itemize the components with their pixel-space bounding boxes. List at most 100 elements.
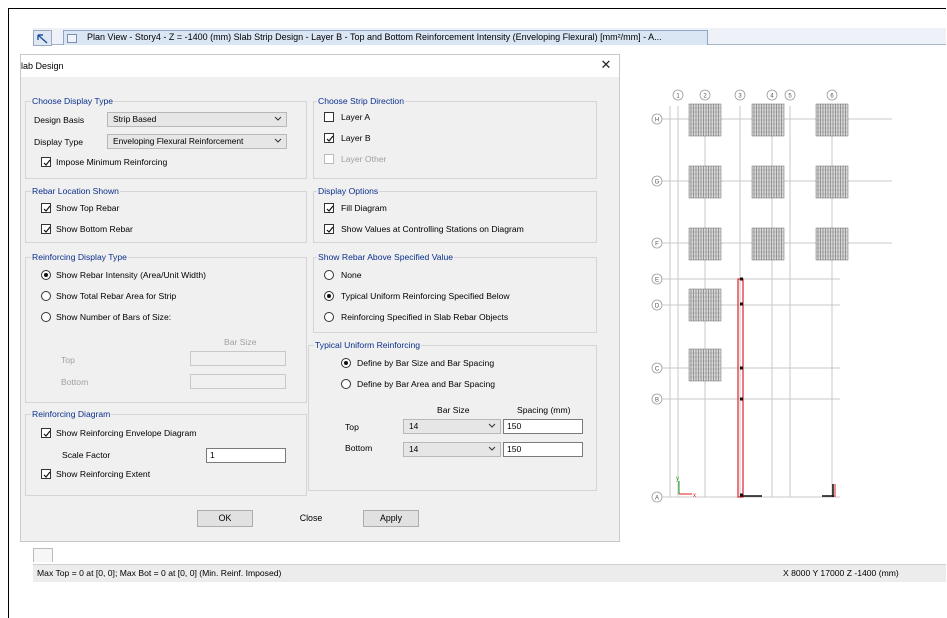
show-bottom-rebar-checkbox[interactable] bbox=[41, 224, 51, 234]
check-icon bbox=[43, 205, 51, 212]
slab-hatch-cell bbox=[688, 227, 722, 261]
plan-view-tab[interactable]: Plan View - Story4 - Z = -1400 (mm) Slab… bbox=[63, 30, 708, 45]
show-extent-label: Show Reinforcing Extent bbox=[56, 469, 151, 479]
none-radio[interactable] bbox=[324, 270, 334, 280]
check-icon bbox=[43, 430, 51, 437]
show-values-checkbox[interactable] bbox=[324, 224, 334, 234]
strip-direction-group-title: Choose Strip Direction bbox=[317, 96, 405, 106]
bar-size-spacing-radio[interactable] bbox=[341, 358, 351, 368]
layer-a-checkbox[interactable] bbox=[324, 112, 334, 122]
top-bar-size-value: 14 bbox=[409, 421, 419, 431]
number-of-bars-radio[interactable] bbox=[41, 312, 51, 322]
show-top-rebar-checkbox[interactable] bbox=[41, 203, 51, 213]
rebar-above-group-title: Show Rebar Above Specified Value bbox=[317, 252, 455, 262]
chevron-down-icon bbox=[488, 446, 496, 451]
grid-label-y: D bbox=[655, 303, 660, 309]
show-extent-checkbox[interactable] bbox=[41, 469, 51, 479]
dialog-title-bar bbox=[21, 55, 619, 77]
bar-size-spacing-label: Define by Bar Size and Bar Spacing bbox=[357, 358, 495, 368]
slab-rebar-objects-radio[interactable] bbox=[324, 312, 334, 322]
show-top-rebar-label: Show Top Rebar bbox=[56, 203, 120, 213]
bottom-bar-size-label: Bottom bbox=[61, 377, 89, 387]
grid-label-y: E bbox=[655, 277, 659, 283]
grid-label-y: A bbox=[655, 495, 659, 501]
fill-diagram-label: Fill Diagram bbox=[341, 203, 387, 213]
slab-hatch-cell bbox=[815, 165, 849, 199]
display-options-group bbox=[313, 191, 597, 243]
slab-hatch-cell bbox=[815, 227, 849, 261]
display-type-select[interactable]: Enveloping Flexural Reinforcement bbox=[107, 134, 287, 149]
grid-label-y: G bbox=[655, 179, 660, 185]
check-icon bbox=[326, 135, 334, 142]
status-bar: Max Top = 0 at [0, 0]; Max Bot = 0 at [0… bbox=[33, 564, 946, 582]
reinforcing-display-group-title: Reinforcing Display Type bbox=[31, 252, 128, 262]
typical-uniform-radio[interactable] bbox=[324, 291, 334, 301]
typical-uniform-group-title: Typical Uniform Reinforcing bbox=[314, 340, 422, 350]
layer-other-checkbox[interactable] bbox=[324, 154, 334, 164]
display-options-group-title: Display Options bbox=[317, 186, 380, 196]
bottom-spacing-input[interactable]: 150 bbox=[503, 442, 583, 457]
layer-other-label: Layer Other bbox=[341, 154, 387, 164]
slab-hatch-cell bbox=[688, 288, 722, 322]
top-spacing-input[interactable]: 150 bbox=[503, 419, 583, 434]
slab-hatch-cell bbox=[688, 165, 722, 199]
slab-hatch-cell bbox=[751, 165, 785, 199]
view-tab-stub[interactable] bbox=[33, 548, 53, 562]
slab-hatch-cell bbox=[751, 227, 785, 261]
grid-label-y: C bbox=[655, 366, 660, 372]
rebar-intensity-radio[interactable] bbox=[41, 270, 51, 280]
bottom-bar-size-field[interactable] bbox=[190, 374, 286, 389]
check-icon bbox=[43, 226, 51, 233]
axis-x-label: x bbox=[693, 493, 696, 499]
tab-window-icon bbox=[67, 34, 77, 43]
check-icon bbox=[326, 226, 334, 233]
impose-min-checkbox[interactable] bbox=[41, 157, 51, 167]
total-rebar-area-radio[interactable] bbox=[41, 291, 51, 301]
status-coordinates: X 8000 Y 17000 Z -1400 (mm) bbox=[783, 568, 899, 578]
close-button[interactable]: Close bbox=[283, 510, 339, 527]
design-basis-value: Strip Based bbox=[113, 114, 157, 124]
rebar-location-group-title: Rebar Location Shown bbox=[31, 186, 120, 196]
slab-hatch-cell bbox=[688, 103, 722, 137]
layer-b-checkbox[interactable] bbox=[324, 133, 334, 143]
top-bar-size-label: Top bbox=[61, 355, 75, 365]
slab-design-dialog: lab Design ✕ Choose Display Type Design … bbox=[20, 54, 620, 542]
layer-b-label: Layer B bbox=[341, 133, 371, 143]
display-type-label: Display Type bbox=[34, 137, 84, 147]
strip-station-marker bbox=[740, 366, 743, 370]
show-bottom-rebar-label: Show Bottom Rebar bbox=[56, 224, 133, 234]
design-basis-label: Design Basis bbox=[34, 115, 85, 125]
grid-bubbles: 1 2 3 4 5 6HGFEDCBA bbox=[651, 89, 838, 503]
impose-min-label: Impose Minimum Reinforcing bbox=[56, 157, 168, 167]
display-type-group-title: Choose Display Type bbox=[31, 96, 115, 106]
total-rebar-area-label: Show Total Rebar Area for Strip bbox=[56, 291, 177, 301]
scale-factor-input[interactable]: 1 bbox=[206, 448, 286, 463]
bar-size-header: Bar Size bbox=[437, 405, 470, 415]
plan-view-drawing[interactable]: 1 2 3 4 5 6HGFEDCBA y x bbox=[632, 86, 902, 516]
strip-station-marker bbox=[740, 302, 743, 306]
status-max-values: Max Top = 0 at [0, 0]; Max Bot = 0 at [0… bbox=[37, 568, 282, 578]
bar-area-spacing-radio[interactable] bbox=[341, 379, 351, 389]
none-label: None bbox=[341, 270, 362, 280]
view-corner-button[interactable] bbox=[33, 30, 52, 46]
design-strips bbox=[737, 277, 836, 498]
top-bar-size-field[interactable] bbox=[190, 351, 286, 366]
apply-button[interactable]: Apply bbox=[363, 510, 419, 527]
top-bar-size-select[interactable]: 14 bbox=[403, 419, 501, 434]
strip-station-marker bbox=[740, 277, 743, 281]
show-envelope-checkbox[interactable] bbox=[41, 428, 51, 438]
typical-top-label: Top bbox=[345, 422, 359, 432]
bar-size-header-disabled: Bar Size bbox=[224, 337, 257, 347]
bar-area-spacing-label: Define by Bar Area and Bar Spacing bbox=[357, 379, 496, 389]
chevron-down-icon bbox=[274, 116, 282, 121]
grid-label-y: B bbox=[655, 397, 659, 403]
bottom-bar-size-select[interactable]: 14 bbox=[403, 442, 501, 457]
dialog-close-icon[interactable]: ✕ bbox=[597, 57, 615, 73]
design-basis-select[interactable]: Strip Based bbox=[107, 112, 287, 127]
bottom-bar-size-value: 14 bbox=[409, 444, 419, 454]
ok-button[interactable]: OK bbox=[197, 510, 253, 527]
typical-uniform-label: Typical Uniform Reinforcing Specified Be… bbox=[341, 291, 510, 301]
layer-a-label: Layer A bbox=[341, 112, 371, 122]
fill-diagram-checkbox[interactable] bbox=[324, 203, 334, 213]
scale-factor-label: Scale Factor bbox=[62, 450, 111, 460]
